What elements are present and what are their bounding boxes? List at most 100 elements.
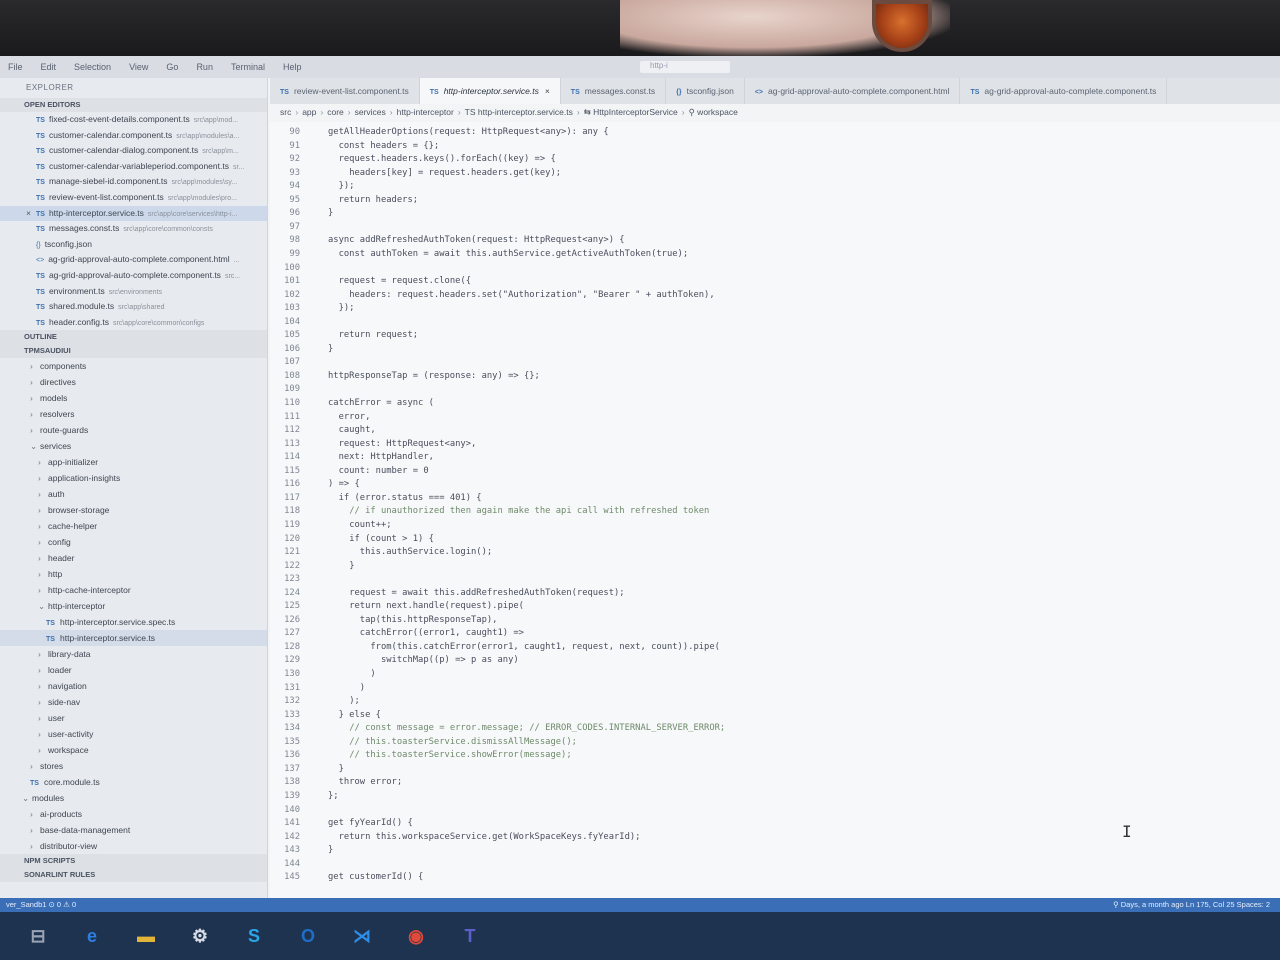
menu-item-run[interactable]: Run xyxy=(196,62,213,72)
line-number: 142 xyxy=(284,831,300,842)
tree-item[interactable]: › auth xyxy=(0,486,267,502)
code-line: 91 const headers = {}; xyxy=(270,140,439,154)
menu-item-edit[interactable]: Edit xyxy=(41,62,57,72)
editor-tab[interactable]: TS messages.const.ts xyxy=(561,78,667,104)
breadcrumb-item[interactable]: ⚲ workspace xyxy=(689,107,738,117)
editor-tab[interactable]: TS http-interceptor.service.ts × xyxy=(419,78,561,104)
open-editor-item[interactable]: TS fixed-cost-event-details.component.ts s… xyxy=(0,112,267,128)
outlook-icon[interactable]: O xyxy=(292,920,324,952)
tree-item-label: app-initializer xyxy=(48,457,99,468)
editor-tab[interactable]: <> ag-grid-approval-auto-complete.compone… xyxy=(745,78,961,104)
settings-icon[interactable]: ⚙ xyxy=(184,920,216,952)
teams-icon[interactable]: T xyxy=(454,920,486,952)
menu-item-help[interactable]: Help xyxy=(283,62,302,72)
editor-tab[interactable]: {} tsconfig.json xyxy=(666,78,745,104)
file-explorer-icon[interactable]: ▬ xyxy=(130,920,162,952)
close-icon[interactable]: × xyxy=(26,206,31,222)
open-editor-item[interactable]: TS manage-siebel-id.component.ts src\app\m… xyxy=(0,174,267,190)
menu-item-terminal[interactable]: Terminal xyxy=(231,62,265,72)
menu-item-file[interactable]: File xyxy=(8,62,23,72)
sonarlint-header[interactable]: SONARLINT RULES xyxy=(0,868,267,883)
file-path: sr... xyxy=(232,163,245,171)
menu-item-go[interactable]: Go xyxy=(166,62,178,72)
tree-item[interactable]: › config xyxy=(0,534,267,550)
tree-item[interactable]: › models xyxy=(0,390,267,406)
tree-item[interactable]: › header xyxy=(0,550,267,566)
code-editor[interactable]: I 90 getAllHeaderOptions(request: HttpReq… xyxy=(270,122,1280,898)
open-editor-item[interactable]: {} tsconfig.json xyxy=(0,237,267,253)
menu-item-selection[interactable]: Selection xyxy=(74,62,111,72)
chrome-icon[interactable]: ◉ xyxy=(400,920,432,952)
breadcrumb-item[interactable]: http-interceptor xyxy=(397,107,454,117)
skype-icon[interactable]: S xyxy=(238,920,270,952)
open-editor-item[interactable]: TS environment.ts src\environments xyxy=(0,284,267,300)
open-editor-item[interactable]: TS messages.const.ts src\app\core\common\c… xyxy=(0,221,267,237)
tree-item[interactable]: › stores xyxy=(0,758,267,774)
edge-icon[interactable]: e xyxy=(76,920,108,952)
npm-scripts-header[interactable]: NPM SCRIPTS xyxy=(0,854,267,869)
line-number: 145 xyxy=(284,872,300,883)
tree-item-label: http-interceptor.service.spec.ts xyxy=(60,617,176,628)
task-view-icon[interactable]: ⊟ xyxy=(22,920,54,952)
tree-item[interactable]: › application-insights xyxy=(0,470,267,486)
tree-item[interactable]: › http-cache-interceptor xyxy=(0,582,267,598)
tree-item[interactable]: TS core.module.ts xyxy=(0,774,267,790)
tree-item[interactable]: › side-nav xyxy=(0,694,267,710)
status-right[interactable]: ⚲ Days, a month ago Ln 175, Col 25 Space… xyxy=(1113,898,1270,912)
tree-item[interactable]: › ai-products xyxy=(0,806,267,822)
open-editor-item[interactable]: × TS http-interceptor.service.ts src\app\co… xyxy=(0,205,267,222)
editor-tab[interactable]: TS ag-grid-approval-auto-complete.compone… xyxy=(960,78,1168,104)
breadcrumb-item[interactable]: src xyxy=(280,107,291,117)
tree-item[interactable]: › components xyxy=(0,358,267,374)
tree-item[interactable]: › app-initializer xyxy=(0,454,267,470)
menu-item-view[interactable]: View xyxy=(129,62,148,72)
status-left[interactable]: ver_Sandb1 ⊙ 0 ⚠ 0 xyxy=(6,900,76,909)
tree-item[interactable]: › cache-helper xyxy=(0,518,267,534)
code-line: 121 this.authService.login(); xyxy=(270,546,492,560)
open-editor-item[interactable]: TS shared.module.ts src\app\shared xyxy=(0,299,267,315)
file-type-icon: TS xyxy=(280,89,289,96)
open-editor-item[interactable]: <> ag-grid-approval-auto-complete.compone… xyxy=(0,252,267,268)
tree-item[interactable]: › directives xyxy=(0,374,267,390)
close-icon[interactable]: × xyxy=(545,86,550,96)
tree-item[interactable]: ⌄ services xyxy=(0,438,267,454)
tree-item[interactable]: › route-guards xyxy=(0,422,267,438)
tree-item[interactable]: › resolvers xyxy=(0,406,267,422)
open-editor-item[interactable]: TS ag-grid-approval-auto-complete.compone… xyxy=(0,268,267,284)
code-line: 100 xyxy=(270,262,328,276)
open-editor-item[interactable]: TS customer-calendar.component.ts src\app\… xyxy=(0,128,267,144)
tree-item[interactable]: › library-data xyxy=(0,646,267,662)
editor-tab[interactable]: TS review-event-list.component.ts xyxy=(270,78,420,104)
tree-item[interactable]: ⌄ http-interceptor xyxy=(0,598,267,614)
tree-item[interactable]: › loader xyxy=(0,662,267,678)
open-editor-item[interactable]: TS review-event-list.component.ts src\app\… xyxy=(0,190,267,206)
tab-label: http-interceptor.service.ts xyxy=(443,86,539,96)
open-editor-item[interactable]: TS customer-calendar-dialog.component.ts s… xyxy=(0,143,267,159)
file-type-icon: TS xyxy=(36,288,45,296)
breadcrumb-item[interactable]: core xyxy=(327,107,344,117)
tree-item[interactable]: › navigation xyxy=(0,678,267,694)
command-search-input[interactable]: http-i xyxy=(640,61,730,73)
tree-item[interactable]: › distributor-view xyxy=(0,838,267,854)
tree-item[interactable]: › user xyxy=(0,710,267,726)
editor-tabs: TS review-event-list.component.ts TS http-i… xyxy=(270,78,1280,104)
code-line: 116) => { xyxy=(270,478,360,492)
tree-item[interactable]: › workspace xyxy=(0,742,267,758)
open-editor-item[interactable]: TS header.config.ts src\app\core\common\co… xyxy=(0,315,267,331)
breadcrumb-item[interactable]: ⇆ HttpInterceptorService xyxy=(584,107,678,117)
tree-item[interactable]: › user-activity xyxy=(0,726,267,742)
tree-item[interactable]: TS http-interceptor.service.spec.ts xyxy=(0,614,267,630)
tree-item[interactable]: › base-data-management xyxy=(0,822,267,838)
project-header[interactable]: TPMSAUDIUI xyxy=(0,344,267,359)
outline-header[interactable]: OUTLINE xyxy=(0,330,267,345)
breadcrumb-item[interactable]: services xyxy=(355,107,386,117)
tree-item[interactable]: › browser-storage xyxy=(0,502,267,518)
breadcrumb-item[interactable]: TS http-interceptor.service.ts xyxy=(465,107,573,117)
breadcrumb-item[interactable]: app xyxy=(302,107,316,117)
vscode-icon[interactable]: ⋊ xyxy=(346,920,378,952)
tree-item[interactable]: TS http-interceptor.service.ts xyxy=(0,630,267,647)
open-editor-item[interactable]: TS customer-calendar-variableperiod.compo… xyxy=(0,159,267,175)
open-editors-header[interactable]: OPEN EDITORS xyxy=(0,98,267,112)
tree-item[interactable]: › http xyxy=(0,566,267,582)
tree-item[interactable]: ⌄ modules xyxy=(0,790,267,806)
